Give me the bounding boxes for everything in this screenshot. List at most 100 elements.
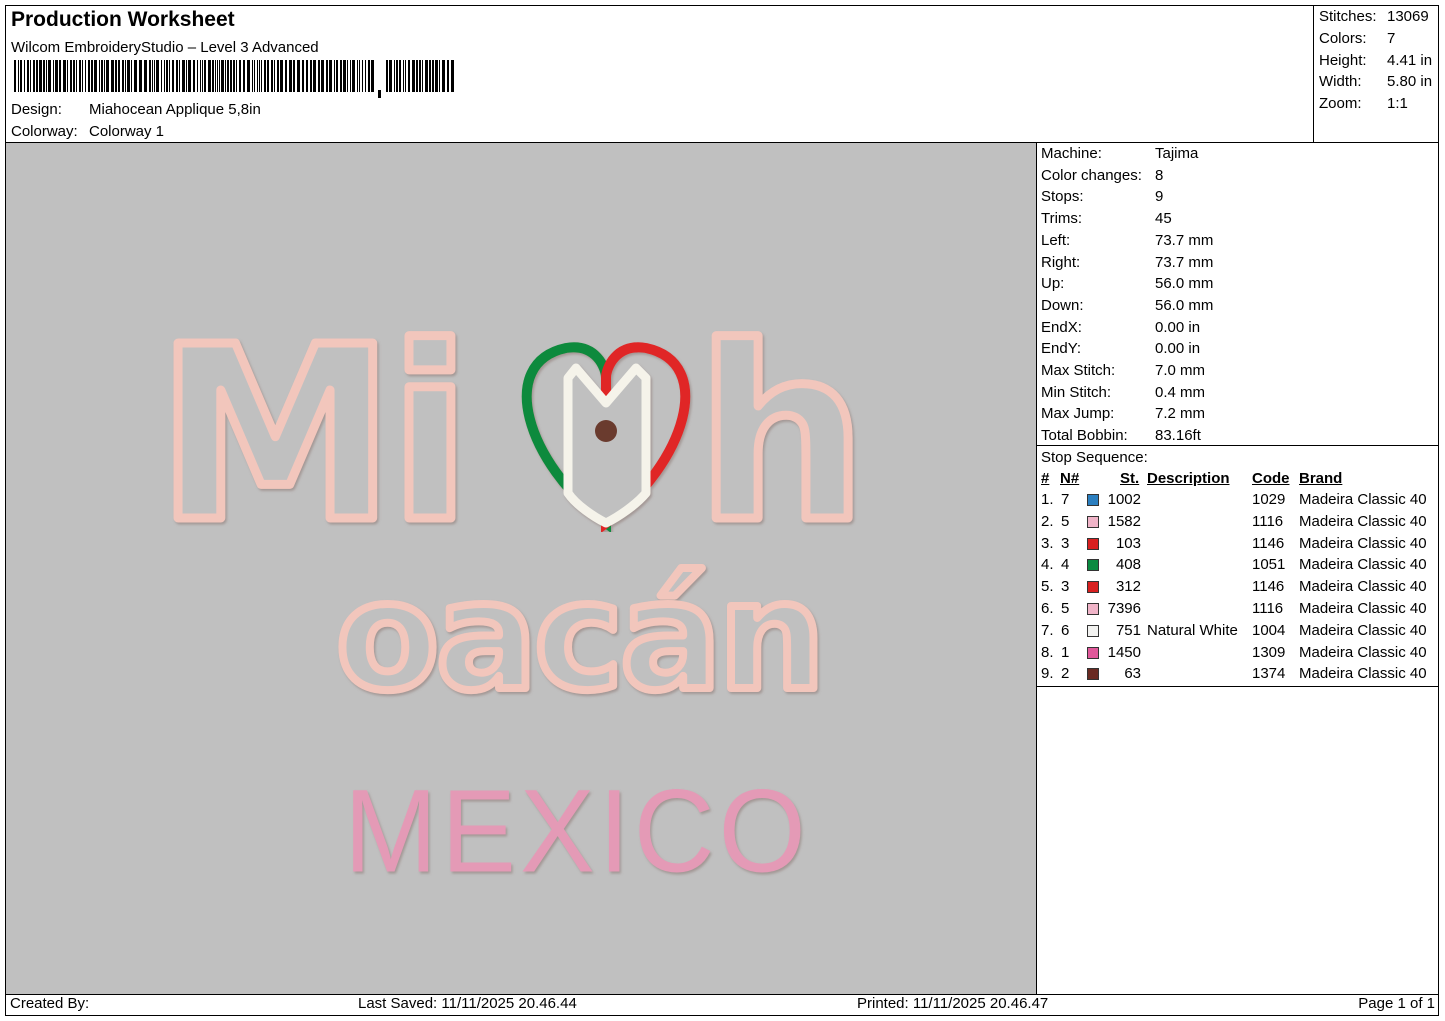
- stitch-count: 408: [1115, 556, 1141, 574]
- thread-brand: Madeira Classic 40: [1299, 534, 1427, 552]
- machine-value: 7.0 mm: [1155, 362, 1206, 379]
- thread-color-swatch: [1087, 515, 1099, 528]
- stat-value: 4.41 in: [1387, 52, 1433, 69]
- stop-row: 8. 1 1450 1309 Madeira Classic 40: [1037, 644, 1439, 665]
- design-preview: Mi h oacán MEXICO: [6, 143, 1036, 994]
- stop-row: 5. 3 312 1146 Madeira Classic 40: [1037, 578, 1439, 599]
- embroidery-design: Mi h oacán MEXICO: [152, 291, 872, 898]
- stop-sequence: Stop Sequence: # N# St. Description Code…: [1037, 446, 1439, 686]
- machine-value: 0.00 in: [1155, 318, 1201, 336]
- thread-brand: Madeira Classic 40: [1299, 578, 1427, 596]
- thread-code: 1309: [1252, 643, 1286, 661]
- stat-label: Colors:: [1319, 30, 1367, 47]
- stop-row: 4. 4 408 1051 Madeira Classic 40: [1037, 556, 1439, 577]
- stop-row: 9. 2 63 1374 Madeira Classic 40: [1037, 665, 1439, 686]
- stitch-count: 1002: [1107, 491, 1141, 508]
- machine-row: EndX: 0.00 in: [1041, 319, 1200, 336]
- stop-num: 5.: [1041, 578, 1054, 596]
- machine-value: 56.0 mm: [1155, 275, 1214, 293]
- stitch-count: 1582: [1107, 512, 1141, 530]
- machine-value: 8: [1155, 166, 1164, 184]
- thread-color-swatch: [1087, 581, 1099, 594]
- thread-color-swatch: [1087, 624, 1099, 637]
- thread-brand: Madeira Classic 40: [1299, 665, 1427, 683]
- needle-number: 5: [1061, 600, 1070, 617]
- stat-value: 5.80 in: [1387, 73, 1433, 90]
- machine-row: EndY: 0.00 in: [1041, 340, 1200, 357]
- stop-num: 3.: [1041, 534, 1054, 552]
- stat-value: 1:1: [1387, 95, 1408, 112]
- machine-row: Trims: 45: [1041, 210, 1172, 227]
- design-stats: Stitches: 13069 Colors: 7 Height: 4.41 in W…: [1313, 6, 1440, 142]
- stop-num: 7.: [1041, 621, 1054, 639]
- needle-number: 3: [1061, 578, 1070, 596]
- design-row: Design: Miahocean Applique 5,8in: [11, 101, 261, 118]
- machine-label: Trims:: [1041, 210, 1083, 228]
- stitch-count: 7396: [1107, 600, 1141, 617]
- thread-code: 1116: [1252, 600, 1284, 617]
- machine-row: Stops: 9: [1041, 188, 1163, 205]
- colorway-row: Colorway: Colorway 1: [11, 123, 164, 140]
- needle-number: 1: [1061, 643, 1070, 661]
- stop-row: 2. 5 1582 1116 Madeira Classic 40: [1037, 513, 1439, 534]
- thread-code: 1146: [1252, 578, 1285, 596]
- thread-code: 1374: [1252, 665, 1286, 683]
- stat-label: Height:: [1319, 52, 1367, 69]
- design-text-mi: Mi: [156, 295, 465, 575]
- machine-value: Tajima: [1155, 145, 1199, 162]
- stop-num: 9.: [1041, 665, 1054, 683]
- machine-label: EndY:: [1041, 340, 1082, 358]
- stop-num: 1.: [1041, 491, 1054, 508]
- col-header-brand: Brand: [1299, 470, 1343, 487]
- thread-code: 1029: [1252, 491, 1286, 508]
- machine-value: 7.2 mm: [1155, 405, 1206, 423]
- design-value: Miahocean Applique 5,8in: [89, 101, 261, 118]
- barcode: [14, 60, 454, 98]
- worksheet-footer: Created By: Last Saved: 11/11/2025 20.46…: [6, 994, 1439, 1016]
- thread-code: 1116: [1252, 512, 1284, 530]
- thread-description: Natural White: [1147, 621, 1238, 639]
- thread-brand: Madeira Classic 40: [1299, 512, 1427, 530]
- thread-color-swatch: [1087, 646, 1099, 659]
- machine-row: Up: 56.0 mm: [1041, 275, 1213, 292]
- stat-height: Height: 4.41 in: [1319, 52, 1432, 69]
- thread-color-swatch: [1087, 559, 1099, 572]
- machine-row: Max Jump: 7.2 mm: [1041, 405, 1205, 422]
- thread-code: 1146: [1252, 534, 1285, 552]
- machine-row: Down: 56.0 mm: [1041, 297, 1213, 314]
- stop-row: 6. 5 7396 1116 Madeira Classic 40: [1037, 600, 1439, 621]
- colorway-value: Colorway 1: [89, 123, 165, 140]
- design-text-oacan: oacán: [336, 550, 822, 724]
- machine-label: Left:: [1041, 231, 1071, 249]
- machine-label: Stops:: [1041, 188, 1084, 206]
- machine-value: 0.00 in: [1155, 340, 1201, 358]
- stat-value: 7: [1387, 30, 1396, 47]
- last-saved: Last Saved: 11/11/2025 20.46.44: [358, 995, 577, 1012]
- machine-row: Color changes: 8: [1041, 167, 1163, 184]
- software-name: Wilcom EmbroideryStudio – Level 3 Advanc…: [11, 39, 319, 56]
- thread-color-swatch: [1087, 494, 1099, 506]
- stop-num: 6.: [1041, 600, 1054, 617]
- thread-color-swatch: [1087, 603, 1099, 615]
- col-header-description: Description: [1147, 470, 1230, 487]
- thread-brand: Madeira Classic 40: [1299, 600, 1427, 617]
- colorway-label: Colorway:: [11, 123, 78, 140]
- machine-row: Left: 73.7 mm: [1041, 232, 1213, 249]
- mexican-flag-heart: [521, 342, 691, 534]
- machine-label: Color changes:: [1041, 166, 1142, 184]
- col-header-code: Code: [1252, 470, 1290, 487]
- machine-value: 73.7 mm: [1155, 231, 1214, 249]
- stat-label: Stitches:: [1319, 8, 1377, 25]
- page-title: Production Worksheet: [11, 8, 235, 31]
- machine-label: Right:: [1041, 253, 1081, 271]
- stop-num: 4.: [1041, 556, 1054, 574]
- design-text-h: h: [696, 295, 867, 575]
- col-header-st: St.: [1120, 470, 1140, 487]
- machine-label: Machine:: [1041, 145, 1102, 162]
- machine-value: 73.7 mm: [1155, 253, 1214, 271]
- machine-info: Machine: Tajima Color changes: 8 Stops: 9 Trim…: [1037, 143, 1439, 445]
- stitch-count: 1450: [1107, 643, 1141, 661]
- stop-num: 2.: [1041, 512, 1054, 530]
- thread-code: 1004: [1252, 621, 1286, 639]
- needle-number: 5: [1061, 512, 1070, 530]
